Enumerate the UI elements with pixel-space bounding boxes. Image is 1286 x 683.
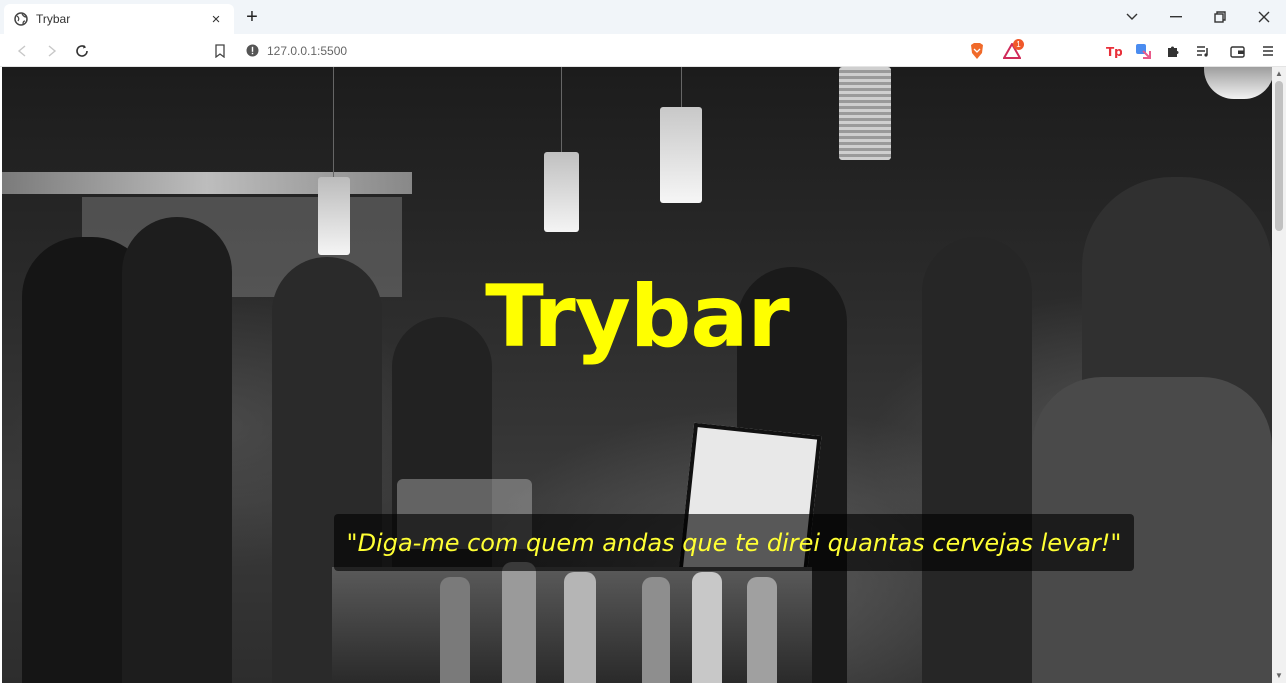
restore-button[interactable]: [1198, 0, 1242, 34]
brave-rewards-button[interactable]: 1: [1000, 39, 1024, 60]
close-icon: [1258, 11, 1270, 23]
url-text: 127.0.0.1:5500: [267, 43, 348, 58]
back-button[interactable]: [12, 41, 32, 61]
brave-shields-button[interactable]: [968, 42, 986, 60]
page-scrollbar[interactable]: ▲ ▼: [1272, 67, 1286, 683]
chevron-down-icon: [1126, 13, 1138, 20]
reload-icon: [76, 45, 88, 57]
hero-title: Trybar: [485, 267, 790, 367]
extensions-button[interactable]: [1164, 42, 1182, 60]
brave-lion-icon: [971, 43, 983, 59]
extension-tp-button[interactable]: Tp: [1105, 42, 1123, 60]
tab-close-button[interactable]: ×: [208, 11, 224, 28]
scroll-down-icon[interactable]: ▼: [1275, 672, 1283, 680]
wallet-icon: [1229, 45, 1245, 58]
playlist-icon: [1197, 46, 1208, 57]
quote-box: "Diga-me com quem andas que te direi qua…: [334, 514, 1134, 571]
hero-background-image: [2, 67, 1272, 683]
tab-title: Trybar: [36, 12, 71, 26]
window-controls: [1110, 0, 1286, 34]
globe-icon: [14, 12, 28, 26]
translate-extension-icon: [1136, 44, 1151, 59]
media-controls-button[interactable]: [1194, 42, 1212, 60]
tab-trybar[interactable]: Trybar ×: [4, 4, 234, 34]
reload-button[interactable]: [72, 41, 92, 61]
tab-bar: Trybar × +: [0, 0, 1286, 34]
browser-toolbar: 127.0.0.1:5500 1 Tp: [0, 34, 1286, 67]
menu-button[interactable]: [1259, 42, 1277, 60]
tp-extension-icon: Tp: [1106, 45, 1122, 58]
quote-text: "Diga-me com quem andas que te direi qua…: [346, 528, 1122, 557]
site-info-icon[interactable]: [246, 44, 259, 57]
svg-text:Tp: Tp: [1106, 45, 1122, 58]
close-window-button[interactable]: [1242, 0, 1286, 34]
rewards-badge: 1: [1013, 39, 1024, 50]
wallet-button[interactable]: [1228, 42, 1246, 60]
back-arrow-icon: [17, 45, 26, 57]
minimize-icon: [1170, 16, 1182, 18]
scroll-thumb[interactable]: [1275, 81, 1283, 231]
restore-icon: [1214, 11, 1226, 23]
extension-translate-button[interactable]: [1134, 42, 1152, 60]
puzzle-icon: [1168, 46, 1179, 57]
forward-button[interactable]: [42, 41, 62, 61]
new-tab-button[interactable]: +: [240, 6, 264, 30]
hamburger-menu-icon: [1263, 46, 1273, 56]
scroll-up-icon[interactable]: ▲: [1275, 70, 1283, 78]
page-hero: Trybar "Diga-me com quem andas que te di…: [2, 67, 1272, 683]
forward-arrow-icon: [48, 45, 57, 57]
minimize-button[interactable]: [1154, 0, 1198, 34]
tab-search-button[interactable]: [1110, 0, 1154, 34]
bookmark-icon[interactable]: [214, 43, 226, 58]
address-bar[interactable]: 127.0.0.1:5500: [214, 38, 1034, 63]
